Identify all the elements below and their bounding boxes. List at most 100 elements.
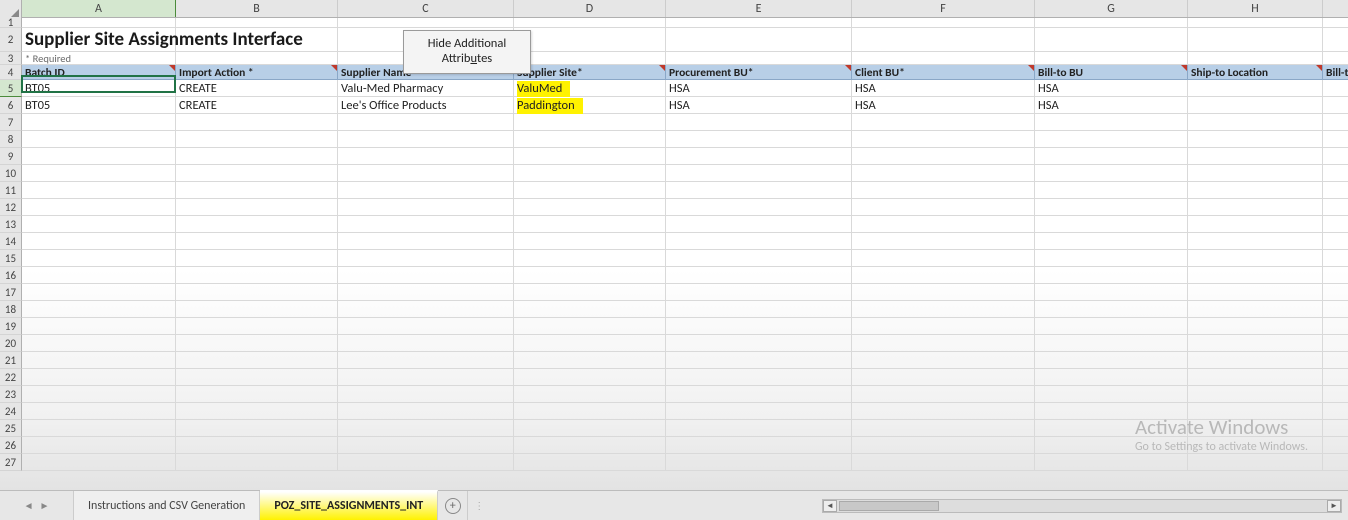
cell-E18[interactable] (666, 301, 852, 318)
cell-I16[interactable] (1323, 267, 1348, 284)
row-header-21[interactable]: 21 (0, 352, 22, 369)
cell-A10[interactable] (22, 165, 176, 182)
row-header-18[interactable]: 18 (0, 301, 22, 318)
cell-B23[interactable] (176, 386, 338, 403)
cell-C17[interactable] (338, 284, 514, 301)
cell-B9[interactable] (176, 148, 338, 165)
cell-F8[interactable] (852, 131, 1035, 148)
cell-C16[interactable] (338, 267, 514, 284)
cell-I20[interactable] (1323, 335, 1348, 352)
cell-B1[interactable] (176, 18, 338, 28)
cell-E14[interactable] (666, 233, 852, 250)
scroll-thumb[interactable] (839, 501, 939, 511)
col-header-E[interactable]: E (666, 0, 852, 17)
cell-G18[interactable] (1035, 301, 1188, 318)
cell-H19[interactable] (1188, 318, 1323, 335)
cell-H9[interactable] (1188, 148, 1323, 165)
row-header-27[interactable]: 27 (0, 454, 22, 471)
cell-C10[interactable] (338, 165, 514, 182)
cell-B25[interactable] (176, 420, 338, 437)
cell-H17[interactable] (1188, 284, 1323, 301)
cell-B8[interactable] (176, 131, 338, 148)
cell-F27[interactable] (852, 454, 1035, 471)
cell-F24[interactable] (852, 403, 1035, 420)
cell-E26[interactable] (666, 437, 852, 454)
cell-F19[interactable] (852, 318, 1035, 335)
cell-F2[interactable] (852, 28, 1035, 52)
cell-E27[interactable] (666, 454, 852, 471)
cell-H7[interactable] (1188, 114, 1323, 131)
cell-E24[interactable] (666, 403, 852, 420)
cell-C23[interactable] (338, 386, 514, 403)
cell-I8[interactable] (1323, 131, 1348, 148)
cell-B5[interactable]: CREATE (176, 80, 338, 97)
cell-G21[interactable] (1035, 352, 1188, 369)
cell-G13[interactable] (1035, 216, 1188, 233)
cell-D19[interactable] (514, 318, 666, 335)
cell-H20[interactable] (1188, 335, 1323, 352)
cell-C21[interactable] (338, 352, 514, 369)
cell-H11[interactable] (1188, 182, 1323, 199)
cell-B10[interactable] (176, 165, 338, 182)
cell-E17[interactable] (666, 284, 852, 301)
col-header-I[interactable] (1323, 0, 1348, 17)
cell-B11[interactable] (176, 182, 338, 199)
cell-F15[interactable] (852, 250, 1035, 267)
cell-F21[interactable] (852, 352, 1035, 369)
cell-C22[interactable] (338, 369, 514, 386)
cell-F10[interactable] (852, 165, 1035, 182)
cell-B27[interactable] (176, 454, 338, 471)
cell-I25[interactable] (1323, 420, 1348, 437)
cell-F26[interactable] (852, 437, 1035, 454)
cell-G19[interactable] (1035, 318, 1188, 335)
cell-I2[interactable] (1323, 28, 1348, 52)
header-batch-id[interactable]: Batch ID (22, 65, 176, 80)
cell-C15[interactable] (338, 250, 514, 267)
cell-E12[interactable] (666, 199, 852, 216)
cell-A23[interactable] (22, 386, 176, 403)
cell-B2[interactable] (176, 28, 338, 52)
row-header-2[interactable]: 2 (0, 28, 22, 52)
col-header-G[interactable]: G (1035, 0, 1188, 17)
cell-D23[interactable] (514, 386, 666, 403)
row-header-15[interactable]: 15 (0, 250, 22, 267)
cell-F1[interactable] (852, 18, 1035, 28)
cell-E23[interactable] (666, 386, 852, 403)
cell-G10[interactable] (1035, 165, 1188, 182)
tab-instructions[interactable]: Instructions and CSV Generation (74, 491, 260, 520)
cell-E8[interactable] (666, 131, 852, 148)
cell-I10[interactable] (1323, 165, 1348, 182)
cell-H13[interactable] (1188, 216, 1323, 233)
cell-C19[interactable] (338, 318, 514, 335)
cell-F14[interactable] (852, 233, 1035, 250)
cell-G23[interactable] (1035, 386, 1188, 403)
cell-A1[interactable] (22, 18, 176, 28)
cell-B16[interactable] (176, 267, 338, 284)
tab-split-handle[interactable]: ⋮ (474, 499, 482, 512)
cell-H22[interactable] (1188, 369, 1323, 386)
cell-C5[interactable]: Valu-Med Pharmacy (338, 80, 514, 97)
cell-C1[interactable] (338, 18, 514, 28)
cell-A8[interactable] (22, 131, 176, 148)
cell-C8[interactable] (338, 131, 514, 148)
cell-D26[interactable] (514, 437, 666, 454)
cell-C18[interactable] (338, 301, 514, 318)
cell-I12[interactable] (1323, 199, 1348, 216)
cell-I3[interactable] (1323, 52, 1348, 65)
cell-D5[interactable]: ValuMed (514, 80, 666, 97)
row-header-14[interactable]: 14 (0, 233, 22, 250)
col-header-C[interactable]: C (338, 0, 514, 17)
cell-I21[interactable] (1323, 352, 1348, 369)
cell-I7[interactable] (1323, 114, 1348, 131)
cell-H12[interactable] (1188, 199, 1323, 216)
cell-I14[interactable] (1323, 233, 1348, 250)
cell-B22[interactable] (176, 369, 338, 386)
cell-H24[interactable] (1188, 403, 1323, 420)
header-client-bu[interactable]: Client BU* (852, 65, 1035, 80)
cell-D12[interactable] (514, 199, 666, 216)
cell-E21[interactable] (666, 352, 852, 369)
cell-I5[interactable] (1323, 80, 1348, 97)
cell-G15[interactable] (1035, 250, 1188, 267)
cell-C24[interactable] (338, 403, 514, 420)
cell-H3[interactable] (1188, 52, 1323, 65)
